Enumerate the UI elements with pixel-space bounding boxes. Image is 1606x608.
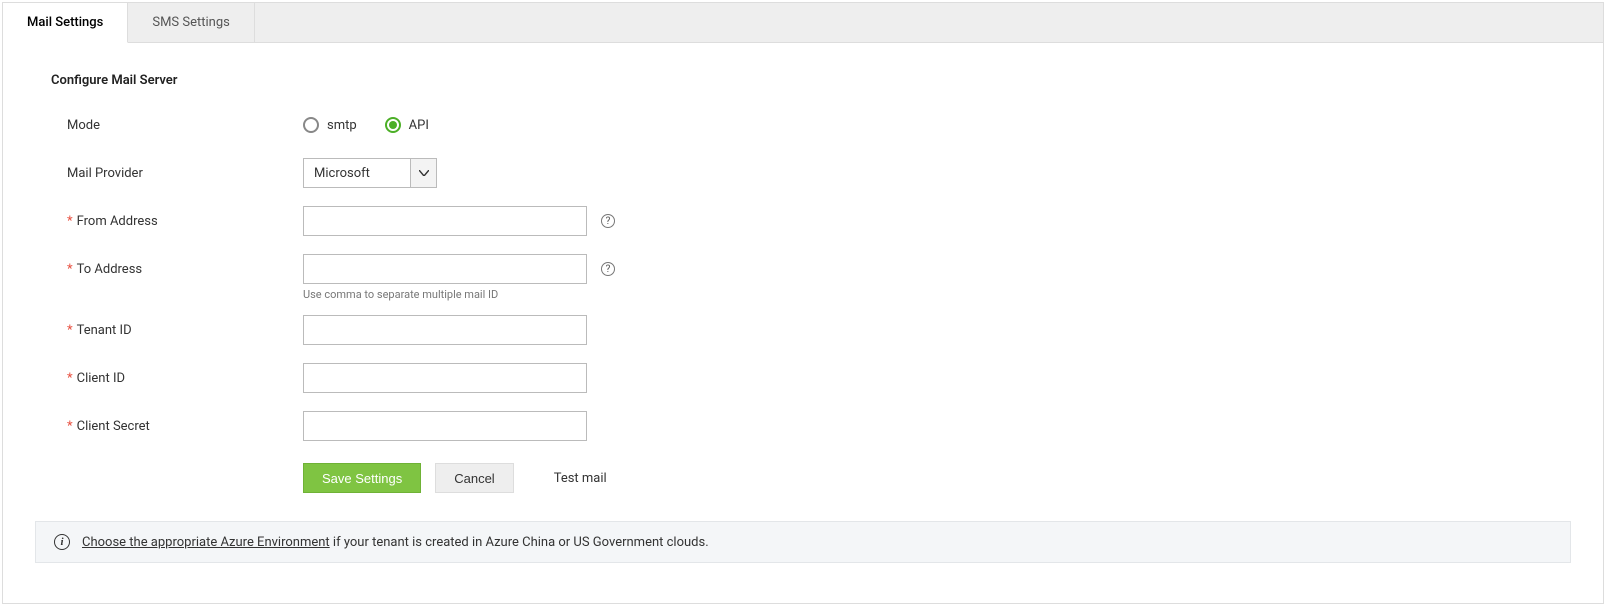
from-address-input[interactable] [303, 206, 587, 236]
info-icon: i [54, 534, 70, 550]
help-icon[interactable]: ? [601, 262, 615, 276]
label-client-id: *Client ID [43, 371, 303, 386]
section-title: Configure Mail Server [43, 73, 1563, 88]
required-mark: * [67, 323, 73, 338]
radio-api[interactable]: API [385, 117, 429, 133]
to-address-hint: Use comma to separate multiple mail ID [43, 288, 1563, 301]
info-banner-text: Choose the appropriate Azure Environment… [82, 535, 709, 550]
label-to-address: *To Address [43, 262, 303, 277]
radio-icon [385, 117, 401, 133]
save-button[interactable]: Save Settings [303, 463, 421, 493]
row-to-address: *To Address ? [43, 254, 1563, 284]
tab-mail-settings[interactable]: Mail Settings [3, 3, 128, 43]
required-mark: * [67, 419, 73, 434]
chevron-down-icon [410, 159, 436, 187]
to-address-input[interactable] [303, 254, 587, 284]
row-mail-provider: Mail Provider Microsoft [43, 158, 1563, 188]
info-banner-rest: if your tenant is created in Azure China… [330, 535, 709, 550]
row-tenant-id: *Tenant ID [43, 315, 1563, 345]
settings-panel: Mail Settings SMS Settings Configure Mai… [2, 2, 1604, 604]
select-value: Microsoft [304, 159, 410, 187]
help-icon[interactable]: ? [601, 214, 615, 228]
row-mode: Mode smtp API [43, 110, 1563, 140]
row-client-secret: *Client Secret [43, 411, 1563, 441]
label-mode: Mode [43, 118, 303, 133]
label-from-address: *From Address [43, 214, 303, 229]
tab-content: Configure Mail Server Mode smtp API Mail… [3, 43, 1603, 603]
radio-label-api: API [409, 118, 429, 133]
mail-provider-select[interactable]: Microsoft [303, 158, 437, 188]
tab-bar: Mail Settings SMS Settings [3, 3, 1603, 43]
client-secret-input[interactable] [303, 411, 587, 441]
tab-sms-settings[interactable]: SMS Settings [128, 3, 254, 42]
required-mark: * [67, 262, 73, 277]
radio-icon [303, 117, 319, 133]
radio-label-smtp: smtp [327, 118, 357, 133]
row-to-address-hint: Use comma to separate multiple mail ID [43, 288, 1563, 301]
tenant-id-input[interactable] [303, 315, 587, 345]
row-client-id: *Client ID [43, 363, 1563, 393]
radio-smtp[interactable]: smtp [303, 117, 357, 133]
cancel-button[interactable]: Cancel [435, 463, 513, 493]
info-banner: i Choose the appropriate Azure Environme… [35, 521, 1571, 563]
label-client-secret: *Client Secret [43, 419, 303, 434]
required-mark: * [67, 214, 73, 229]
row-from-address: *From Address ? [43, 206, 1563, 236]
label-mail-provider: Mail Provider [43, 166, 303, 181]
required-mark: * [67, 371, 73, 386]
label-tenant-id: *Tenant ID [43, 323, 303, 338]
button-row: Save Settings Cancel Test mail [43, 463, 1563, 493]
azure-environment-link[interactable]: Choose the appropriate Azure Environment [82, 535, 330, 550]
client-id-input[interactable] [303, 363, 587, 393]
test-mail-link[interactable]: Test mail [554, 471, 607, 486]
